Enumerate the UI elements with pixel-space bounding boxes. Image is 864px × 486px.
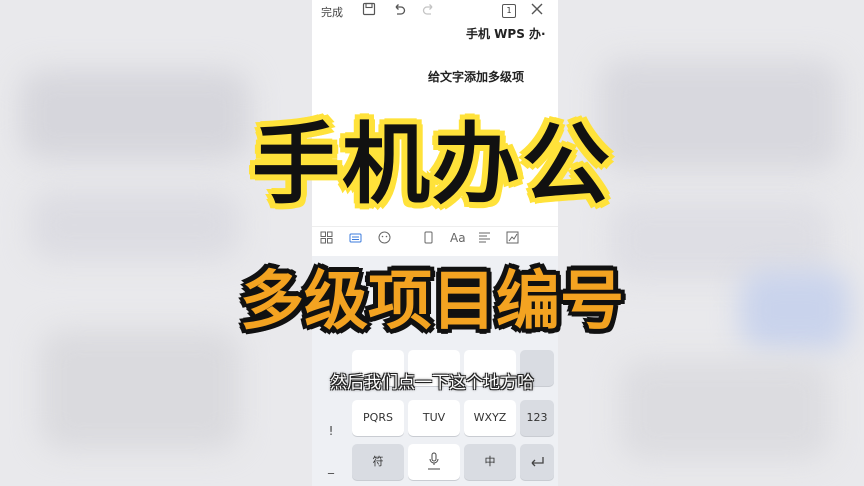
copy-icon[interactable] [422, 231, 435, 248]
key-123[interactable]: 123 [520, 400, 554, 436]
align-icon[interactable] [478, 231, 491, 248]
mic-icon [427, 452, 441, 475]
key-tuv[interactable]: TUV [408, 400, 460, 436]
key-language[interactable]: 中 [464, 444, 516, 480]
enter-icon [529, 457, 545, 472]
chart-icon[interactable] [506, 231, 519, 248]
undo-icon[interactable] [392, 2, 406, 21]
grid-icon[interactable] [320, 231, 333, 248]
document-title: 手机 WPS 办· [466, 27, 546, 41]
emoji-icon[interactable] [378, 231, 391, 248]
done-button[interactable]: 完成 [321, 4, 343, 20]
close-icon[interactable] [530, 2, 544, 21]
phone-screen: 完成 1 手机 WPS 办· 给文字添加多级项 Aa ! _ PQRS TUV … [312, 0, 558, 486]
key-pqrs[interactable]: PQRS [352, 400, 404, 436]
underscore-key[interactable]: _ [316, 452, 346, 482]
page-count-badge[interactable]: 1 [502, 4, 516, 18]
overlay-headline: 手机办公 [251, 113, 612, 216]
key-symbol[interactable]: 符 [352, 444, 404, 480]
subtitle-caption: 然后我们点一下这个地方哈 [330, 373, 534, 393]
format-bar: Aa [312, 226, 558, 253]
keyboard-icon[interactable] [349, 231, 362, 248]
key-wxyz[interactable]: WXYZ [464, 400, 516, 436]
key-enter[interactable] [520, 444, 554, 480]
editor-toolbar: 完成 1 [312, 0, 558, 24]
key-space-mic[interactable] [408, 444, 460, 480]
redo-icon[interactable] [422, 2, 436, 21]
save-icon[interactable] [362, 2, 376, 21]
exclamation-key[interactable]: ! [316, 416, 346, 446]
document-subtitle: 给文字添加多级项 [428, 70, 525, 84]
overlay-sub-headline: 多级项目编号 [240, 265, 624, 339]
font-icon[interactable]: Aa [450, 231, 466, 245]
